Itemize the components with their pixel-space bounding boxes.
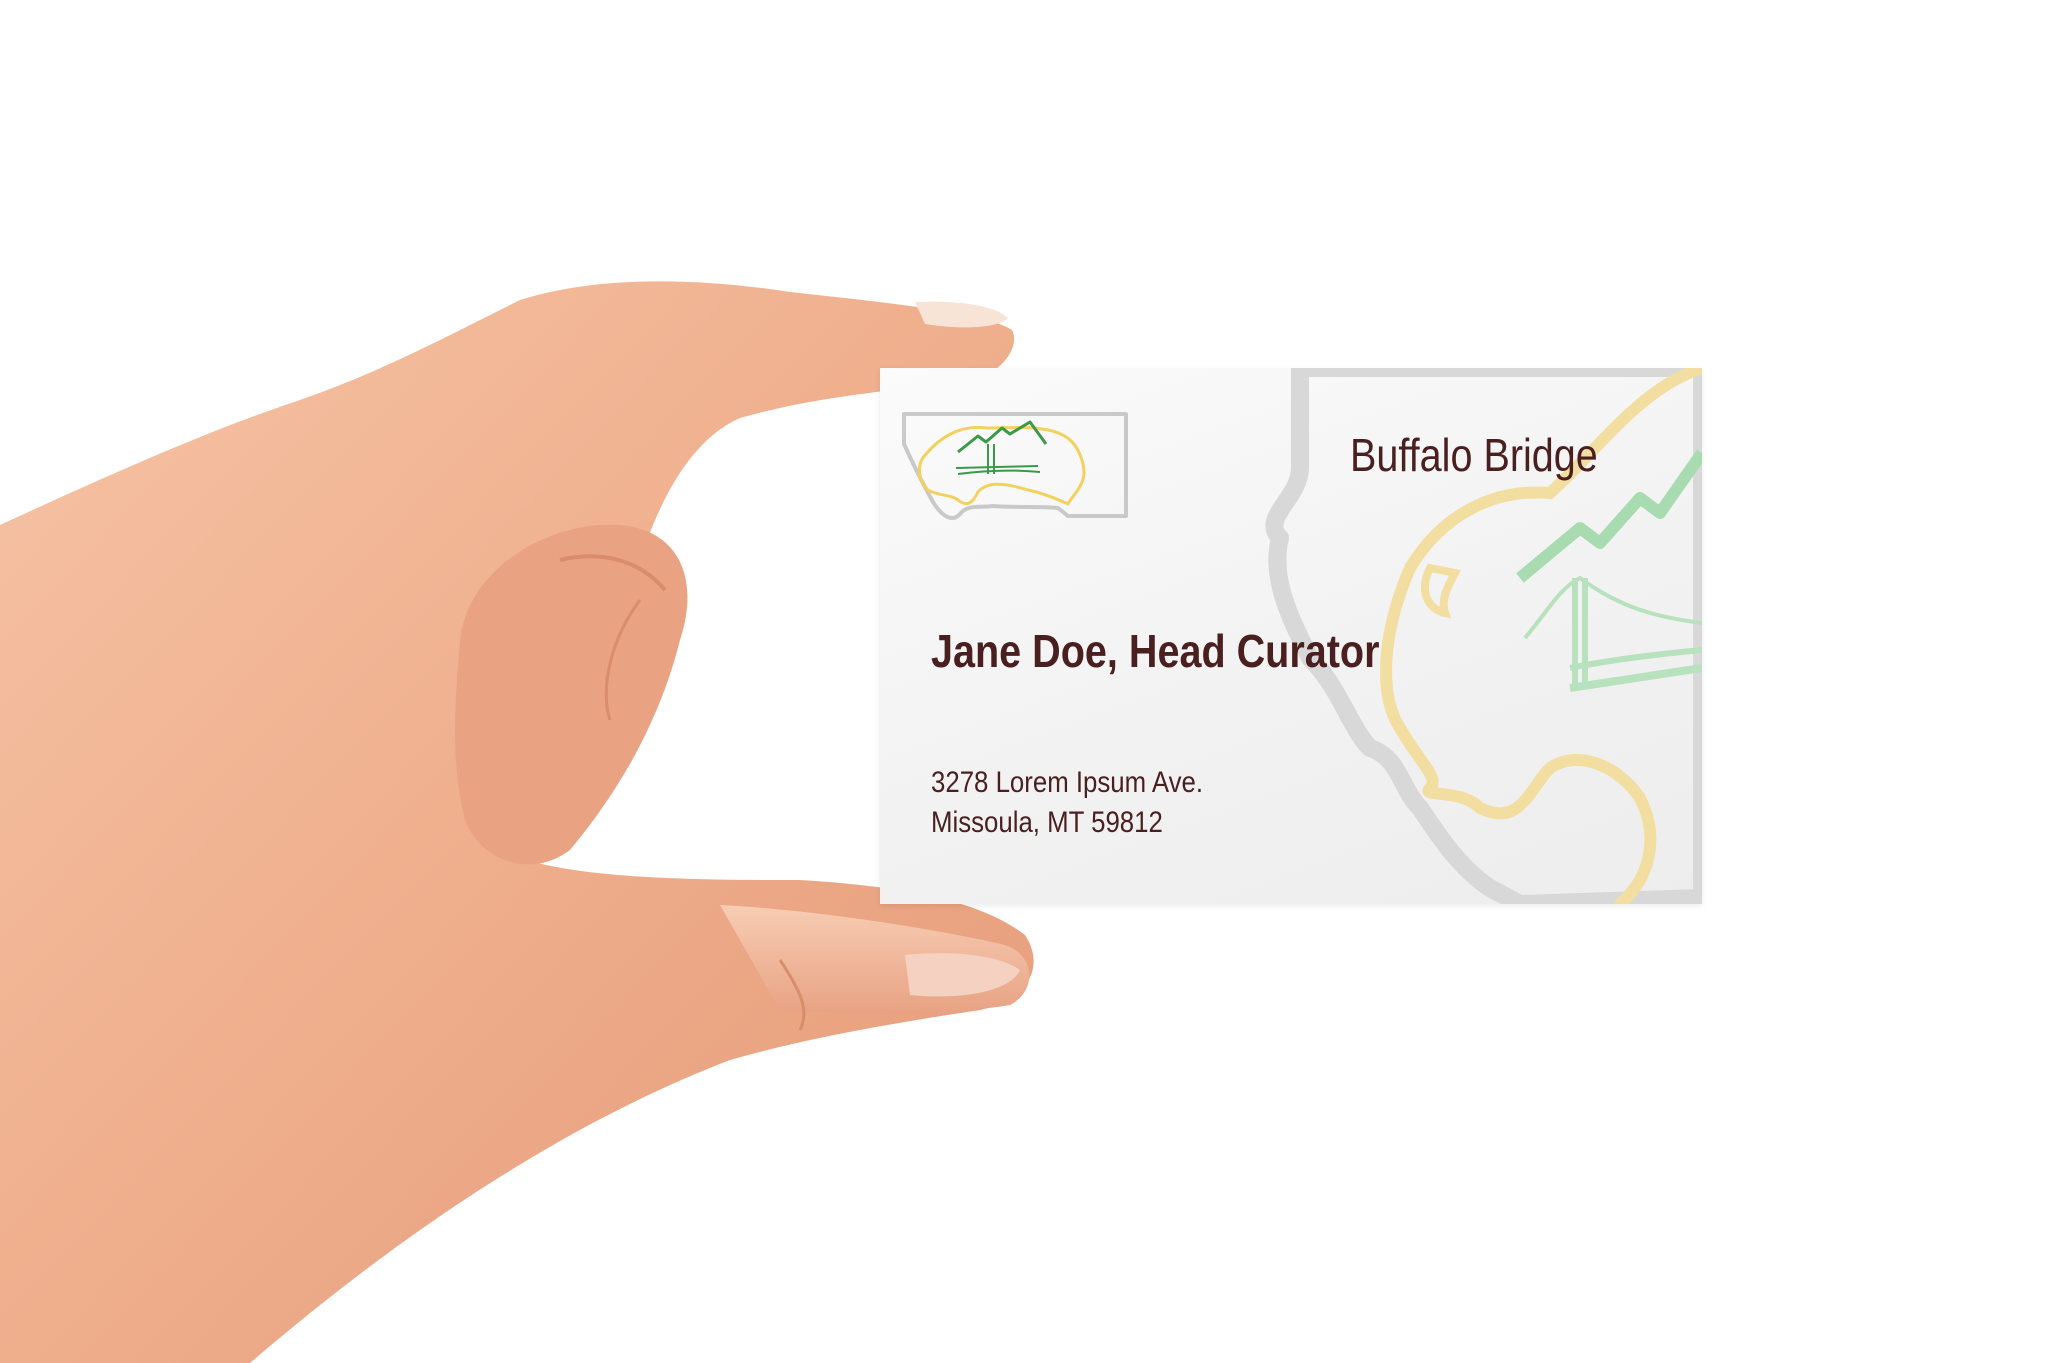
buffalo-bridge-logo-icon (902, 412, 1128, 520)
address-line-2: Missoula, MT 59812 (931, 806, 1163, 839)
hand (0, 281, 1034, 1363)
person-name-title: Jane Doe, Head Curator (931, 625, 1380, 677)
business-card: Buffalo Bridge Jane Doe, Head Curator 32… (880, 368, 1702, 904)
address-line-1: 3278 Lorem Ipsum Ave. (931, 766, 1204, 799)
brand-name: Buffalo Bridge (1350, 429, 1598, 481)
